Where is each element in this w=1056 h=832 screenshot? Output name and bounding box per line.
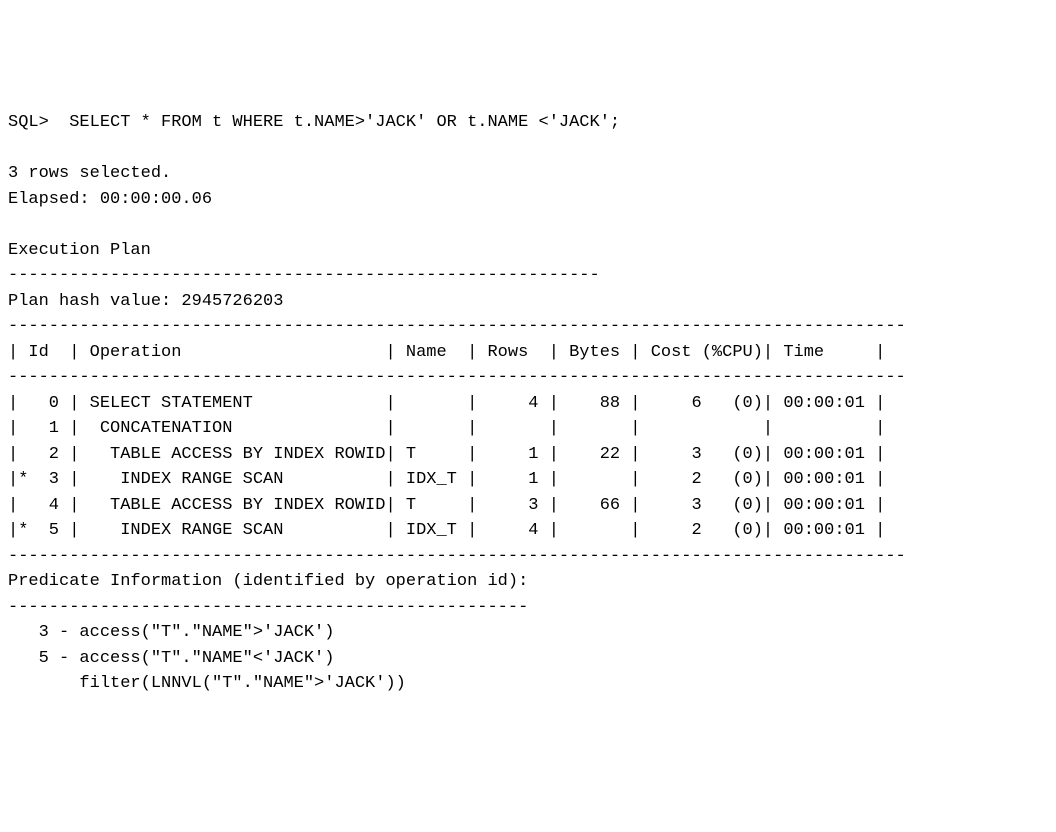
rule-line: ----------------------------------------… [8, 266, 600, 285]
plan-row: | 1 | CONCATENATION | | | | | | [8, 419, 885, 438]
sql-prompt-line: SQL> SELECT * FROM t WHERE t.NAME>'JACK'… [8, 113, 620, 132]
plan-hash-value: Plan hash value: 2945726203 [8, 292, 283, 311]
rule-line: ----------------------------------------… [8, 317, 906, 336]
plan-row: | 2 | TABLE ACCESS BY INDEX ROWID| T | 1… [8, 445, 885, 464]
plan-row: |* 3 | INDEX RANGE SCAN | IDX_T | 1 | | … [8, 470, 885, 489]
plan-row: | 0 | SELECT STATEMENT | | 4 | 88 | 6 (0… [8, 394, 885, 413]
execution-plan-heading: Execution Plan [8, 241, 151, 260]
plan-row: |* 5 | INDEX RANGE SCAN | IDX_T | 4 | | … [8, 521, 885, 540]
predicate-line: 5 - access("T"."NAME"<'JACK') [8, 649, 334, 668]
predicate-line: 3 - access("T"."NAME">'JACK') [8, 623, 334, 642]
plan-row: | 4 | TABLE ACCESS BY INDEX ROWID| T | 3… [8, 496, 885, 515]
predicate-line: filter(LNNVL("T"."NAME">'JACK')) [8, 674, 406, 693]
rows-selected: 3 rows selected. [8, 164, 171, 183]
sql-terminal: SQL> SELECT * FROM t WHERE t.NAME>'JACK'… [8, 110, 1048, 697]
predicate-heading: Predicate Information (identified by ope… [8, 572, 528, 591]
rule-line: ----------------------------------------… [8, 368, 906, 387]
elapsed-time: Elapsed: 00:00:00.06 [8, 190, 212, 209]
plan-header-row: | Id | Operation | Name | Rows | Bytes |… [8, 343, 885, 362]
rule-line: ----------------------------------------… [8, 547, 906, 566]
